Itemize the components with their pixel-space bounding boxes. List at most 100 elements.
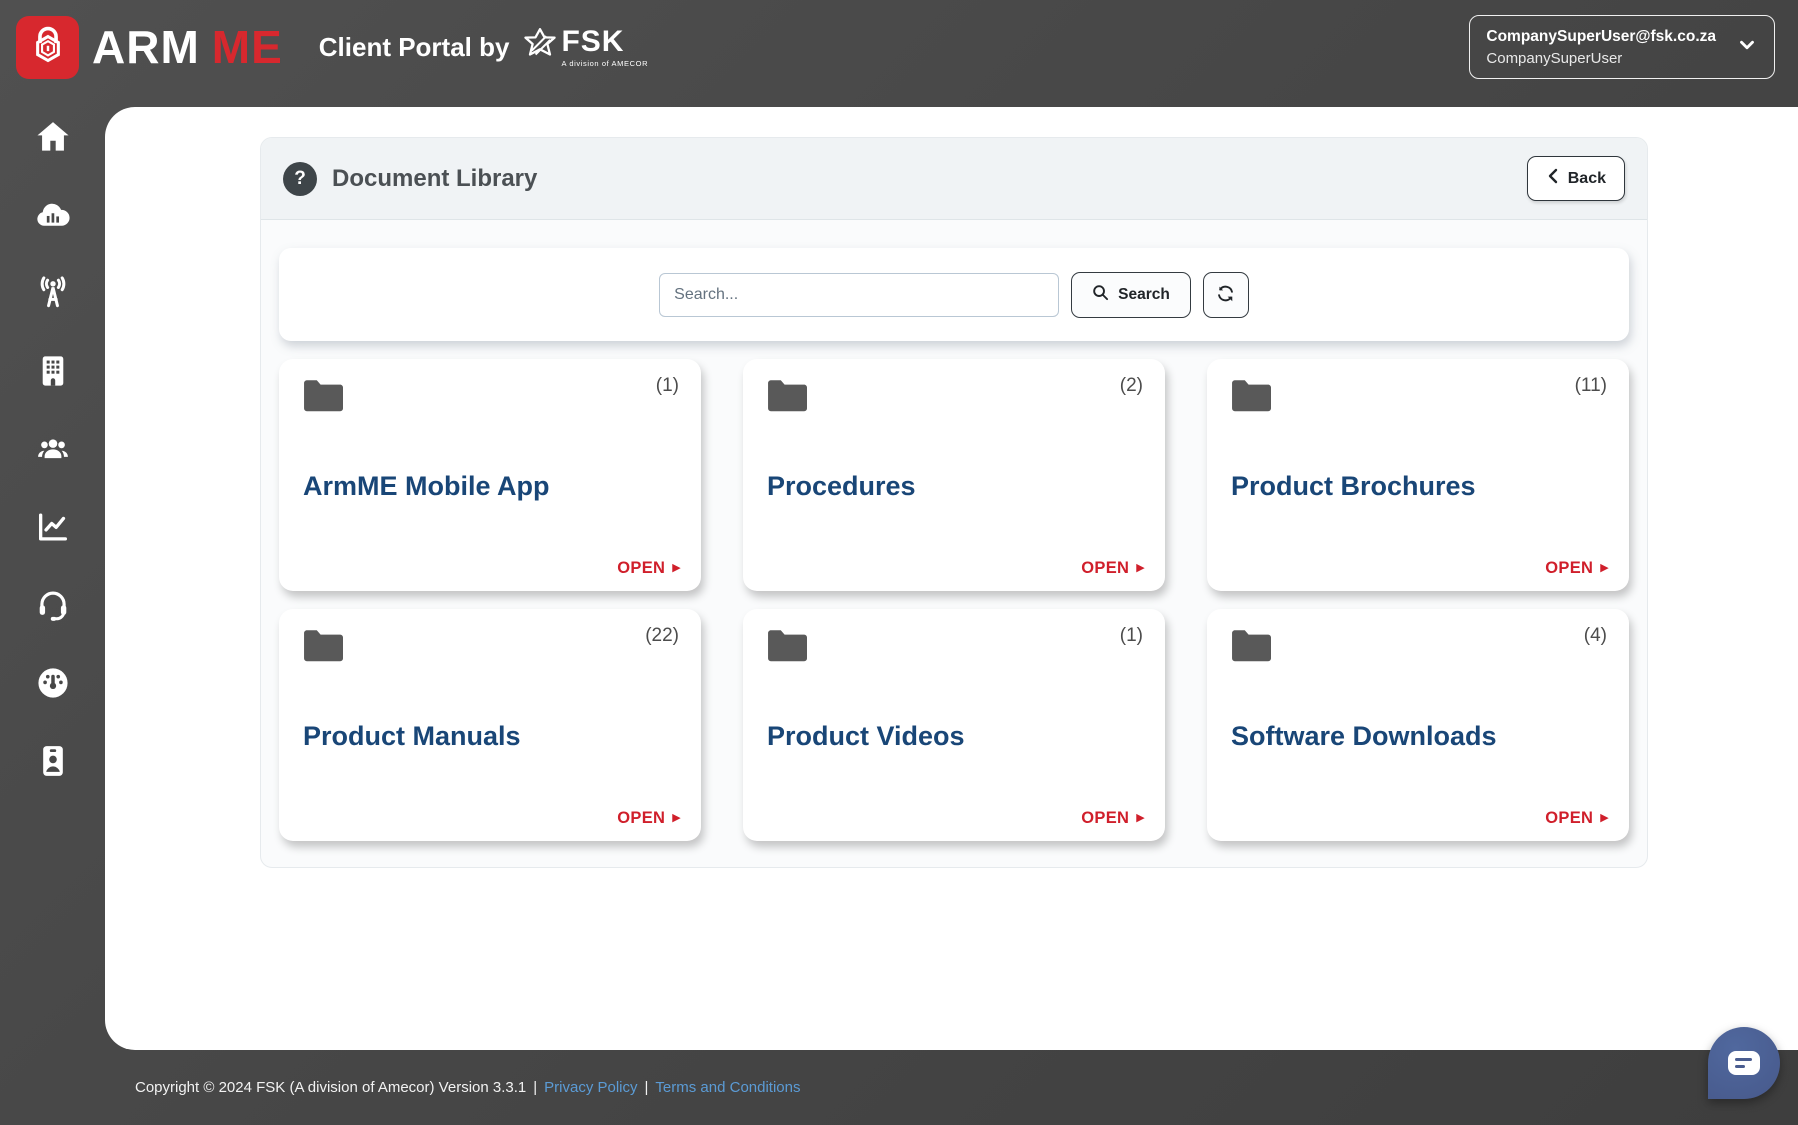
folder-grid: (1) ArmME Mobile App OPEN ▶ (2) Procedur… — [279, 359, 1629, 841]
user-menu-dropdown[interactable]: CompanySuperUser@fsk.co.za CompanySuperU… — [1469, 14, 1775, 80]
building-icon — [34, 352, 72, 395]
headset-icon — [34, 586, 72, 629]
fsk-tagline: A division of AMECOR — [561, 58, 649, 68]
open-link[interactable]: OPEN ▶ — [1081, 559, 1145, 578]
search-bar-card: Search — [279, 248, 1629, 341]
user-name: CompanySuperUser — [1486, 50, 1623, 68]
open-label: OPEN — [1081, 559, 1130, 577]
chart-line-icon — [34, 508, 72, 551]
fsk-star-icon — [521, 26, 559, 69]
search-button-label: Search — [1118, 285, 1170, 303]
help-icon[interactable]: ? — [283, 161, 317, 196]
panel-header: ? Document Library Back — [261, 138, 1647, 220]
footer: Copyright © 2024 FSK (A division of Amec… — [0, 1050, 1798, 1125]
sidebar-nav — [0, 94, 105, 1125]
folder-icon — [1229, 627, 1275, 670]
chevron-left-icon — [1546, 168, 1559, 189]
sidebar-item-support[interactable] — [24, 578, 82, 636]
folder-card-software-downloads[interactable]: (4) Software Downloads OPEN ▶ — [1207, 609, 1629, 841]
gauge-icon — [34, 664, 72, 707]
folder-count: (1) — [655, 375, 679, 396]
search-input[interactable] — [659, 272, 1060, 317]
brand-wordmark: ARM ME — [92, 20, 283, 74]
folder-icon — [1229, 377, 1275, 420]
lock-hex-icon — [25, 22, 71, 73]
folder-count: (1) — [1119, 625, 1143, 646]
fsk-name: FSK — [561, 24, 625, 58]
folder-count: (11) — [1574, 375, 1607, 396]
sidebar-item-home[interactable] — [24, 110, 82, 168]
panel-body: Search... Search (1) ArmME Mobile App OP… — [261, 220, 1647, 841]
open-label: OPEN — [617, 809, 666, 827]
page-title: Document Library — [332, 164, 538, 192]
sidebar-item-cloud-analytics[interactable] — [24, 188, 82, 246]
user-email: CompanySuperUser@fsk.co.za — [1486, 27, 1716, 45]
brand-arm: ARM — [92, 21, 200, 73]
open-link[interactable]: OPEN ▶ — [617, 559, 681, 578]
folder-count: (4) — [1583, 625, 1607, 646]
home-icon — [34, 118, 72, 161]
open-label: OPEN — [1545, 559, 1594, 577]
sidebar-item-broadcast-tower[interactable] — [24, 266, 82, 324]
cloud-analytics-icon — [34, 196, 72, 239]
search-button[interactable]: Search — [1071, 271, 1191, 318]
sidebar-item-dashboard[interactable] — [24, 656, 82, 714]
sidebar-item-building[interactable] — [24, 344, 82, 402]
portal-title: Client Portal by — [318, 31, 510, 62]
folder-title: Product Manuals — [303, 721, 521, 751]
main-content: ? Document Library Back Search... Search… — [105, 107, 1798, 1050]
back-button[interactable]: Back — [1526, 156, 1625, 201]
sidebar-item-contacts[interactable] — [24, 734, 82, 792]
terms-link[interactable]: Terms and Conditions — [655, 1079, 800, 1096]
back-label: Back — [1567, 169, 1606, 187]
sidebar-item-users[interactable] — [24, 422, 82, 480]
caret-right-icon: ▶ — [1600, 562, 1609, 574]
privacy-policy-link[interactable]: Privacy Policy — [544, 1079, 637, 1096]
folder-card-armme-mobile-app[interactable]: (1) ArmME Mobile App OPEN ▶ — [279, 359, 701, 591]
open-label: OPEN — [617, 559, 666, 577]
folder-icon — [301, 377, 347, 420]
caret-right-icon: ▶ — [1136, 812, 1145, 824]
folder-title: Procedures — [767, 471, 916, 501]
folder-title: ArmME Mobile App — [303, 471, 550, 501]
chevron-down-icon — [1736, 34, 1758, 61]
open-link[interactable]: OPEN ▶ — [1081, 809, 1145, 828]
folder-card-procedures[interactable]: (2) Procedures OPEN ▶ — [743, 359, 1165, 591]
folder-count: (2) — [1119, 375, 1143, 396]
footer-separator: | — [533, 1079, 538, 1096]
armme-logo[interactable] — [16, 15, 79, 79]
search-icon — [1092, 284, 1109, 306]
folder-title: Product Brochures — [1231, 471, 1476, 501]
live-chat-button[interactable] — [1708, 1027, 1780, 1099]
broadcast-tower-icon — [34, 274, 72, 317]
open-link[interactable]: OPEN ▶ — [617, 809, 681, 828]
open-label: OPEN — [1545, 809, 1594, 827]
caret-right-icon: ▶ — [672, 812, 681, 824]
folder-title: Software Downloads — [1231, 721, 1497, 751]
folder-card-product-manuals[interactable]: (22) Product Manuals OPEN ▶ — [279, 609, 701, 841]
id-badge-icon — [34, 742, 72, 785]
refresh-icon — [1216, 284, 1235, 306]
folder-count: (22) — [645, 625, 679, 646]
top-bar: ARM ME Client Portal by FSK A division o… — [0, 0, 1798, 94]
caret-right-icon: ▶ — [1600, 812, 1609, 824]
folder-card-product-brochures[interactable]: (11) Product Brochures OPEN ▶ — [1207, 359, 1629, 591]
user-menu-text: CompanySuperUser@fsk.co.za CompanySuperU… — [1486, 25, 1716, 69]
copyright-text: Copyright © 2024 FSK (A division of Amec… — [135, 1079, 527, 1096]
open-link[interactable]: OPEN ▶ — [1545, 559, 1609, 578]
users-group-icon — [34, 430, 72, 473]
fsk-text: FSK A division of AMECOR — [561, 24, 649, 68]
open-link[interactable]: OPEN ▶ — [1545, 809, 1609, 828]
document-library-panel: ? Document Library Back Search... Search… — [260, 137, 1648, 868]
folder-icon — [765, 627, 811, 670]
folder-card-product-videos[interactable]: (1) Product Videos OPEN ▶ — [743, 609, 1165, 841]
sidebar-item-reports[interactable] — [24, 500, 82, 558]
caret-right-icon: ▶ — [1136, 562, 1145, 574]
footer-separator: | — [644, 1079, 649, 1096]
brand-me: ME — [211, 21, 283, 73]
client-portal-page: { "header": { "brand_arm": "ARM", "brand… — [0, 0, 1798, 1125]
folder-icon — [765, 377, 811, 420]
folder-icon — [301, 627, 347, 670]
refresh-button[interactable] — [1202, 271, 1249, 318]
folder-title: Product Videos — [767, 721, 965, 751]
